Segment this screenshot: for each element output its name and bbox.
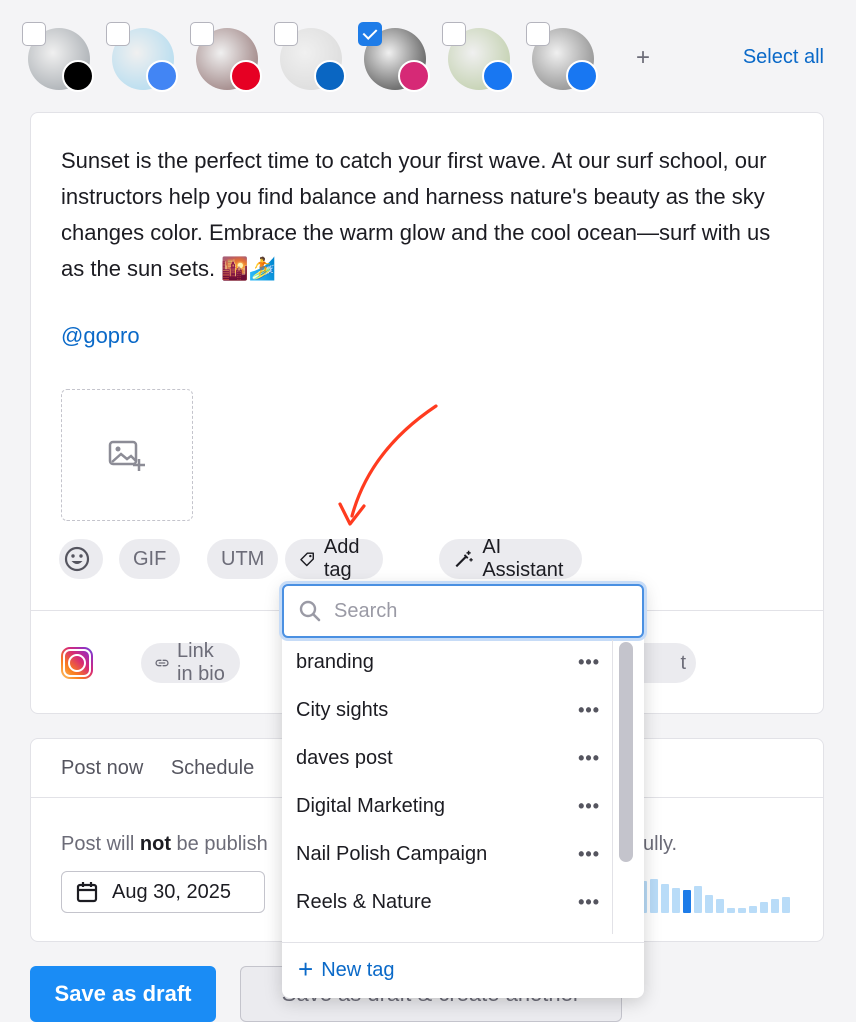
- plus-icon: +: [298, 953, 314, 984]
- tag-label: Reels & Nature: [296, 890, 432, 913]
- date-value: Aug 30, 2025: [112, 880, 231, 903]
- tag-dropdown: branding•••City sights•••daves post•••Di…: [282, 584, 644, 998]
- magic-wand-icon: [455, 550, 473, 568]
- tag-list: branding ••• City sights ••• daves post ••• Di…: [282, 638, 612, 934]
- tag-list-item[interactable]: branding •••: [282, 638, 612, 686]
- best-time-bar: [705, 895, 713, 913]
- tab-post-now[interactable]: Post now: [61, 757, 143, 779]
- scrollbar-thumb[interactable]: [619, 642, 633, 862]
- best-time-bar: [749, 905, 757, 913]
- tag-list-item[interactable]: daves post •••: [282, 734, 612, 782]
- account-checkbox[interactable]: [190, 22, 214, 46]
- tiktok-icon: [62, 60, 94, 92]
- account-selector: + Select all: [22, 20, 828, 92]
- ai-assistant-button[interactable]: AI Assistant: [439, 536, 583, 581]
- facebook-account-2[interactable]: [526, 22, 598, 92]
- tag-list-item[interactable]: Reels & Nature •••: [282, 878, 612, 926]
- add-tag-label: Add tag: [323, 536, 360, 581]
- best-time-bar: [683, 889, 691, 913]
- link-in-bio-label: Link in bio: [177, 640, 225, 685]
- best-time-bar: [782, 896, 790, 913]
- tag-search-input[interactable]: [334, 599, 614, 623]
- best-time-bar: [760, 902, 768, 913]
- select-all-link[interactable]: Select all: [743, 46, 824, 69]
- link-icon: [155, 659, 169, 667]
- link-in-bio-button[interactable]: Link in bio: [141, 640, 240, 685]
- best-time-bar: [738, 907, 746, 913]
- google-business-account[interactable]: [106, 22, 178, 92]
- account-checkbox[interactable]: [274, 22, 298, 46]
- media-upload-area[interactable]: [61, 389, 193, 521]
- best-time-chart: [639, 877, 799, 913]
- tag-list-item[interactable]: Digital Marketing •••: [282, 782, 612, 830]
- emoji-icon: [64, 546, 90, 572]
- tag-list-scrollbar[interactable]: [612, 640, 633, 934]
- linkedin-icon: [314, 60, 346, 92]
- annotation-arrow-icon: [338, 404, 438, 526]
- more-options-icon[interactable]: •••: [578, 844, 600, 865]
- save-as-draft-button[interactable]: Save as draft: [30, 966, 216, 1022]
- best-time-bar: [661, 884, 669, 913]
- account-checkbox[interactable]: [22, 22, 46, 46]
- more-options-icon[interactable]: •••: [578, 652, 600, 673]
- more-options-icon[interactable]: •••: [578, 700, 600, 721]
- account-checkbox[interactable]: [526, 22, 550, 46]
- best-time-bar: [694, 886, 702, 913]
- tag-label: Digital Marketing: [296, 794, 445, 817]
- instagram-icon: [398, 60, 430, 92]
- pinterest-account[interactable]: [190, 22, 262, 92]
- account-checkbox[interactable]: [442, 22, 466, 46]
- tiktok-account[interactable]: [22, 22, 94, 92]
- post-text-editor[interactable]: Sunset is the perfect time to catch your…: [61, 143, 781, 287]
- google-business-icon: [146, 60, 178, 92]
- more-options-icon[interactable]: •••: [578, 796, 600, 817]
- account-checkbox[interactable]: [358, 22, 382, 46]
- facebook-icon: [566, 60, 598, 92]
- pinterest-icon: [230, 60, 262, 92]
- tag-search-field[interactable]: [282, 584, 644, 638]
- tag-list-item[interactable]: City sights •••: [282, 686, 612, 734]
- best-time-bar: [716, 898, 724, 913]
- add-account-button[interactable]: +: [636, 44, 650, 72]
- more-options-icon[interactable]: •••: [578, 892, 600, 913]
- tag-label: Nail Polish Campaign: [296, 842, 488, 865]
- add-tag-button[interactable]: Add tag: [285, 536, 383, 581]
- new-tag-label: New tag: [321, 959, 395, 981]
- new-tag-button[interactable]: + New tag: [282, 942, 644, 998]
- best-time-bar: [672, 887, 680, 913]
- tag-list-item[interactable]: Nail Polish Campaign •••: [282, 830, 612, 878]
- instagram-icon: [61, 647, 93, 679]
- schedule-tabs: Post now Schedule: [61, 757, 276, 780]
- gif-button[interactable]: GIF: [119, 539, 181, 579]
- search-icon: [299, 600, 321, 622]
- best-time-bar: [727, 907, 735, 913]
- instagram-account[interactable]: [358, 22, 430, 92]
- calendar-icon: [76, 882, 98, 903]
- tag-label: branding: [296, 650, 374, 673]
- tag-icon: [300, 552, 314, 567]
- date-picker[interactable]: Aug 30, 2025: [61, 871, 265, 913]
- tag-label: City sights: [296, 698, 389, 721]
- best-time-bar: [650, 878, 658, 913]
- publish-notice: Post will not be publish: [61, 833, 268, 855]
- tag-label: daves post: [296, 746, 393, 769]
- facebook-icon: [482, 60, 514, 92]
- linkedin-account[interactable]: [274, 22, 346, 92]
- account-checkbox[interactable]: [106, 22, 130, 46]
- utm-button[interactable]: UTM: [207, 539, 279, 579]
- facebook-account-1[interactable]: [442, 22, 514, 92]
- emoji-button[interactable]: [59, 539, 103, 579]
- mention-link[interactable]: @gopro: [61, 323, 140, 349]
- ai-assistant-label: AI Assistant: [482, 536, 564, 581]
- more-options-icon[interactable]: •••: [578, 748, 600, 769]
- tab-schedule[interactable]: Schedule: [171, 757, 254, 779]
- publish-notice-tail: ully.: [643, 833, 678, 855]
- add-image-icon: [108, 440, 145, 471]
- best-time-bar: [771, 898, 779, 913]
